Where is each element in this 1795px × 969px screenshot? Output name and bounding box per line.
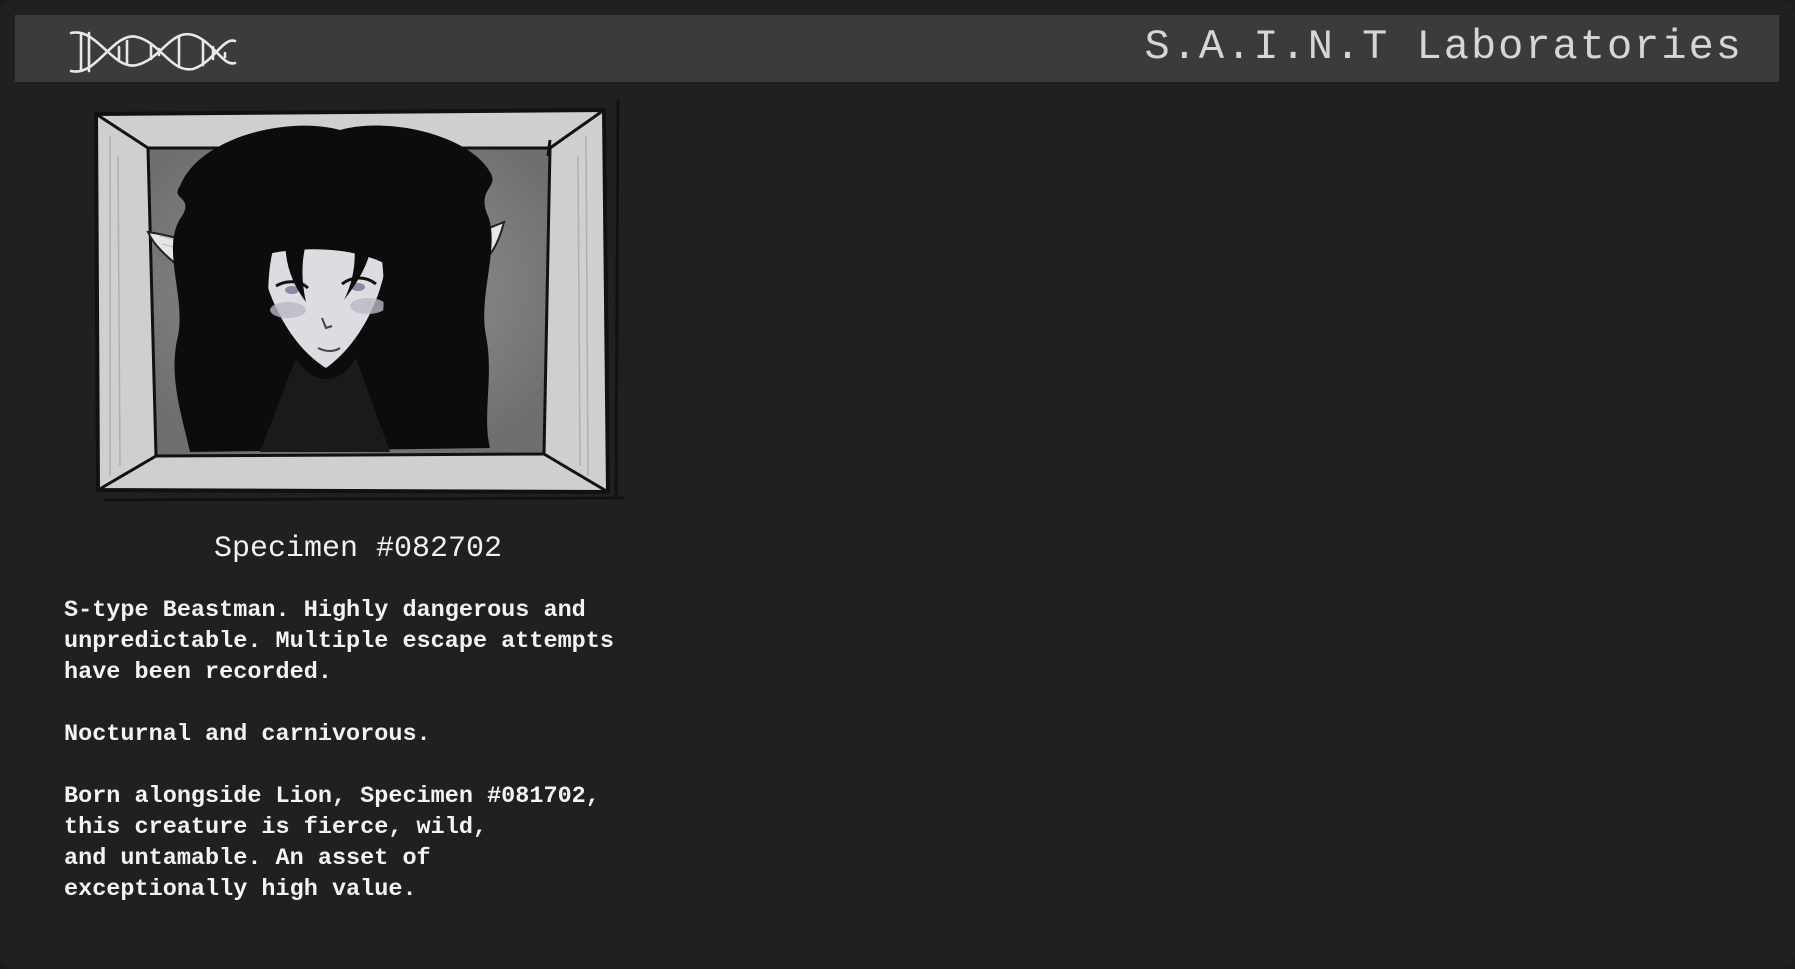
description-line: [64, 750, 764, 781]
description-line: Born alongside Lion, Specimen #081702,: [64, 783, 600, 810]
app-window: S.A.I.N.T Laboratories Specimen #082702 …: [0, 0, 1795, 969]
description-line: S-type Beastman. Highly dangerous and: [64, 597, 586, 624]
brand-title: S.A.I.N.T Laboratories: [1144, 23, 1743, 71]
description-line: exceptionally high value.: [64, 876, 417, 903]
specimen-title: Specimen #082702: [213, 532, 503, 566]
dna-helix-icon: [69, 31, 237, 73]
description-line: unpredictable. Multiple escape attempts: [64, 628, 614, 655]
description-line: and untamable. An asset of: [64, 845, 431, 872]
description-line: [64, 688, 764, 719]
description-line: have been recorded.: [64, 659, 332, 686]
description-line: Nocturnal and carnivorous.: [64, 721, 431, 748]
specimen-description: S-type Beastman. Highly dangerous and un…: [64, 595, 764, 905]
header-bar: S.A.I.N.T Laboratories: [15, 15, 1779, 82]
specimen-portrait: [93, 99, 624, 502]
description-line: this creature is fierce, wild,: [64, 814, 488, 841]
